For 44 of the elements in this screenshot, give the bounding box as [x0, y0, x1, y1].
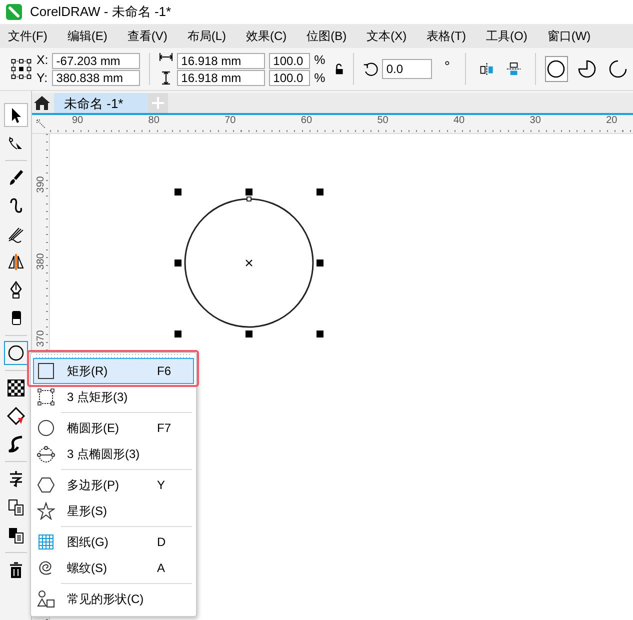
menu-item[interactable]: 工具(O)	[482, 24, 532, 48]
menu-item[interactable]: 3 点矩形(3)	[33, 384, 194, 410]
menu-item[interactable]: 文本(X)	[362, 24, 411, 48]
menu-item[interactable]: 螺纹(S) A	[33, 555, 194, 581]
ruler-label: 60	[300, 115, 312, 126]
y-label: Y:	[36, 71, 48, 85]
menu-item[interactable]: 效果(C)	[242, 24, 291, 48]
percent-label: %	[314, 71, 326, 85]
scale-y-field[interactable]: 100.0	[269, 70, 310, 86]
percent-label: %	[314, 53, 326, 67]
ruler-label: 370	[36, 330, 46, 348]
ruler-label: 20	[606, 115, 618, 126]
window-title: CorelDRAW - 未命名 -1*	[30, 3, 172, 21]
menu-item[interactable]: 椭圆形(E) F7	[33, 415, 194, 441]
menu-item[interactable]: 布局(L)	[183, 24, 230, 48]
scale-x-field[interactable]: 100.0	[269, 52, 310, 68]
menu-item[interactable]: 常见的形状(C)	[33, 586, 194, 612]
ruler-label: 390	[36, 176, 46, 194]
ruler-label: 80	[148, 115, 160, 126]
menu-item[interactable]: 矩形(R) F6	[33, 358, 194, 384]
menu-item[interactable]: 表格(T)	[422, 24, 470, 48]
menu-item[interactable]: 窗口(W)	[543, 24, 595, 48]
menu-item[interactable]: 3 点椭圆形(3)	[33, 441, 194, 467]
ruler-label: 70	[224, 115, 236, 126]
menu-item[interactable]: 编辑(E)	[63, 24, 112, 48]
menu-item[interactable]: 图纸(G) D	[33, 529, 194, 555]
height-field[interactable]: 16.918 mm	[177, 70, 266, 86]
ruler-label: 380	[36, 252, 46, 270]
width-field[interactable]: 16.918 mm	[177, 52, 266, 68]
menu-item[interactable]: 查看(V)	[123, 24, 172, 48]
ruler-label: 40	[454, 115, 465, 126]
ruler-label: 90	[72, 115, 84, 126]
ruler-label: 50	[377, 115, 388, 126]
document-tab[interactable]: 未命名 -1*	[54, 93, 148, 113]
rotation-field[interactable]: 0.0	[382, 59, 432, 79]
ruler-label: 30	[530, 115, 541, 126]
degree-label: °	[444, 58, 450, 74]
x-position-field[interactable]: -67.203 mm	[52, 52, 140, 68]
menu-item[interactable]: 位图(B)	[302, 24, 351, 48]
menu-item[interactable]: 多边形(P) Y	[33, 472, 194, 498]
x-label: X:	[36, 53, 48, 67]
menu-item[interactable]: 星形(S)	[33, 498, 194, 524]
menu-item[interactable]: 文件(F)	[4, 24, 52, 48]
y-position-field[interactable]: 380.838 mm	[52, 70, 140, 86]
